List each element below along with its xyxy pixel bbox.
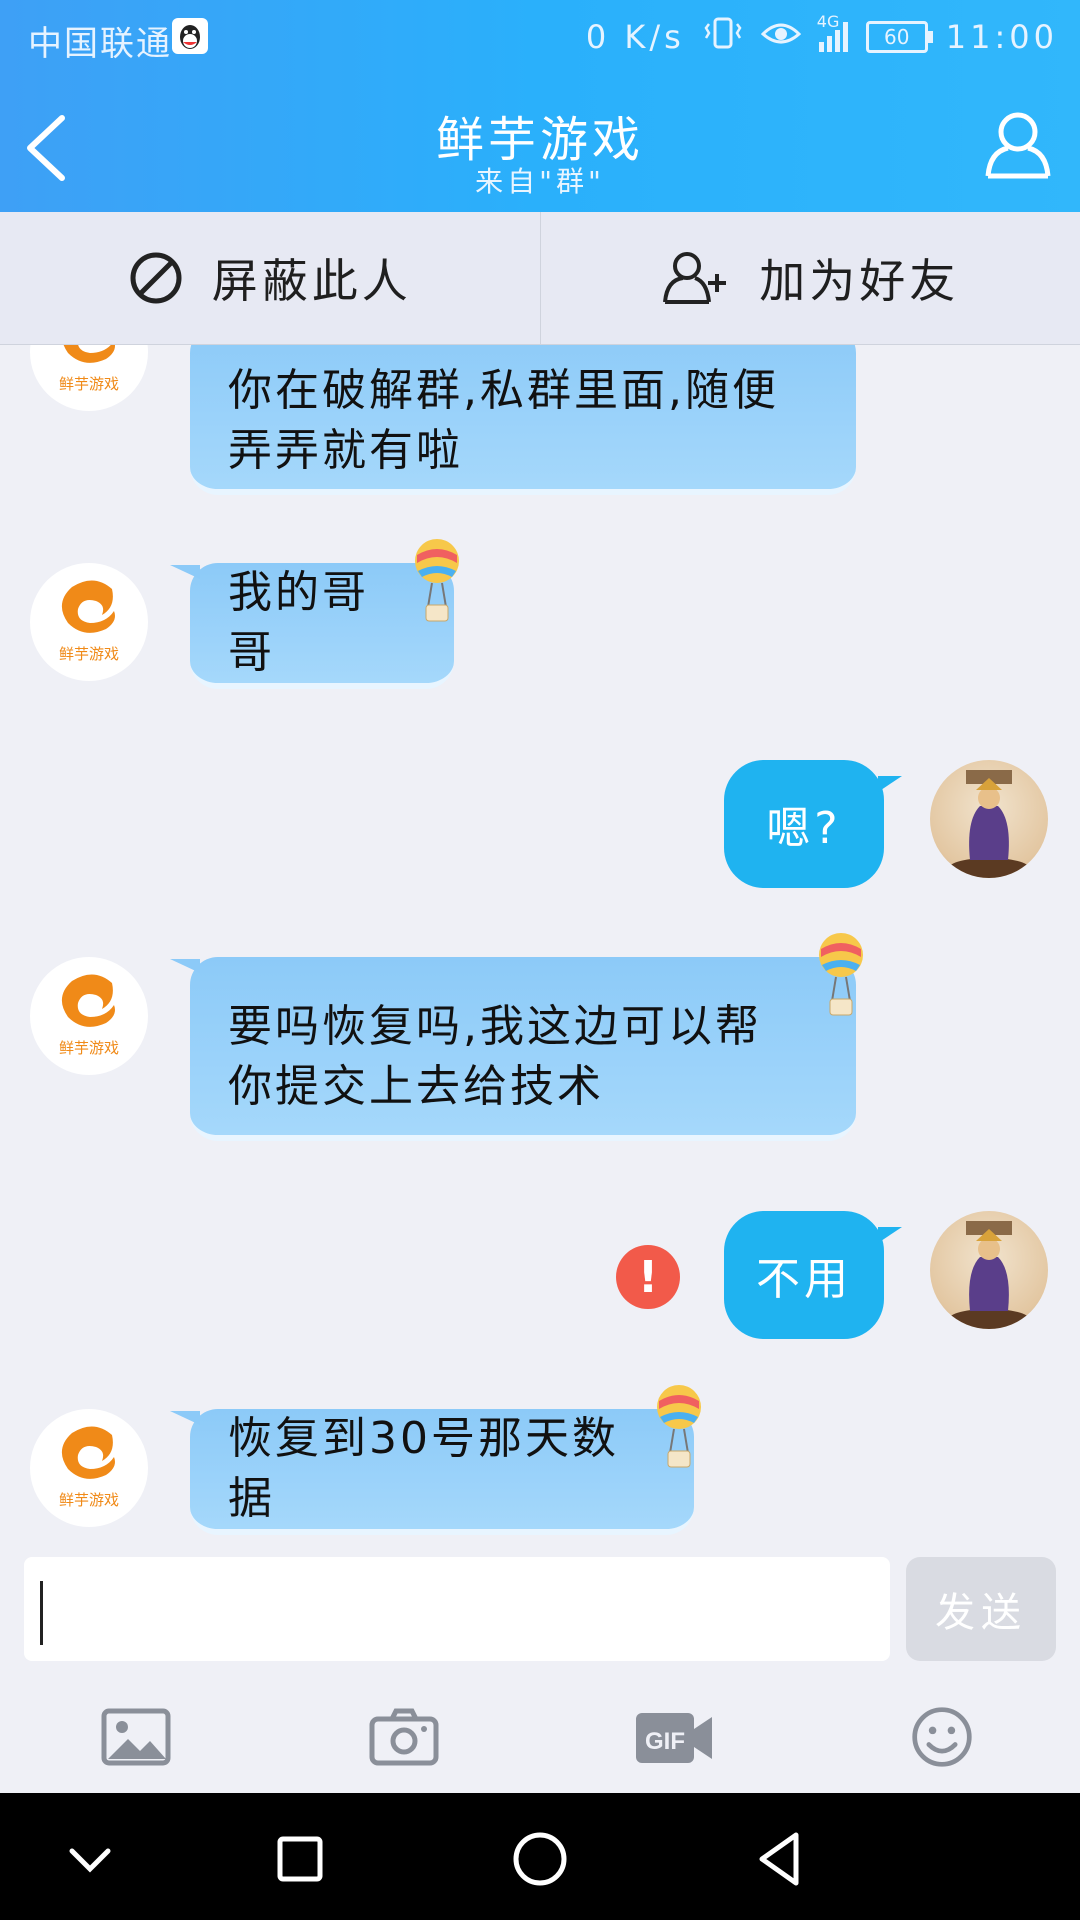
signal-icon: 4G — [817, 12, 848, 52]
chat-subtitle: 来自"群" — [475, 165, 605, 198]
add-friend-label: 加为好友 — [759, 254, 960, 308]
message-list[interactable]: 鲜芋游戏 你在破解群,私群里面,随便 弄弄就有啦 鲜芋游戏 我的哥哥 嗯? 鲜芋… — [0, 345, 1080, 1535]
message-bubble-incoming[interactable]: 要吗恢复吗,我这边可以帮 你提交上去给技术 — [170, 957, 856, 1141]
chat-header: 中国联通 0 K/s 4G 60 11:00 鲜芋游戏 来自"群" — [0, 0, 1080, 212]
message-bubble-incoming[interactable]: 你在破解群,私群里面,随便 弄弄就有啦 — [190, 345, 856, 495]
stranger-action-bar: 屏蔽此人 加为好友 — [0, 212, 1080, 345]
recents-icon[interactable] — [270, 1829, 330, 1889]
warrior-avatar-icon — [949, 1221, 1029, 1329]
net-speed: 0 K/s — [585, 18, 685, 56]
camera-icon[interactable] — [368, 1705, 440, 1769]
add-friend-button[interactable]: 加为好友 — [541, 212, 1080, 344]
warrior-avatar-icon — [949, 770, 1029, 878]
balloon-icon — [657, 1385, 701, 1468]
gif-icon[interactable]: GIF — [632, 1705, 716, 1769]
status-bar: 中国联通 0 K/s 4G 60 11:00 — [0, 0, 1080, 80]
image-icon[interactable] — [100, 1705, 172, 1769]
contact-avatar[interactable]: 鲜芋游戏 — [30, 1409, 148, 1527]
clock: 11:00 — [945, 18, 1058, 56]
message-bubble-outgoing[interactable]: 嗯? — [724, 760, 902, 888]
contact-avatar[interactable]: 鲜芋游戏 — [30, 345, 148, 411]
profile-icon[interactable] — [984, 110, 1052, 180]
qq-notification-icon — [172, 18, 208, 54]
my-avatar[interactable] — [930, 1211, 1048, 1329]
attachment-toolbar: GIF — [0, 1665, 1080, 1793]
carrier-label: 中国联通 — [28, 24, 172, 64]
hide-nav-icon[interactable] — [60, 1829, 120, 1889]
message-bubble-incoming[interactable]: 恢复到30号那天数据 — [170, 1409, 694, 1535]
svg-text:GIF: GIF — [645, 1728, 685, 1755]
xianyu-logo-icon — [61, 580, 115, 633]
battery-icon: 60 — [865, 21, 933, 53]
composer: 发送 — [0, 1535, 1080, 1665]
balloon-icon — [415, 539, 459, 622]
system-nav-bar — [0, 1793, 1080, 1920]
eye-comfort-icon — [760, 18, 801, 56]
xianyu-logo-icon — [61, 1426, 115, 1479]
text-cursor — [40, 1581, 43, 1645]
my-avatar[interactable] — [930, 760, 1048, 878]
block-button[interactable]: 屏蔽此人 — [0, 212, 540, 344]
send-failed-icon[interactable]: ! — [616, 1245, 680, 1309]
emoji-icon[interactable] — [908, 1705, 976, 1769]
xianyu-logo-icon — [61, 974, 115, 1027]
add-friend-icon — [663, 252, 727, 304]
back-nav-icon[interactable] — [752, 1829, 812, 1889]
send-button[interactable]: 发送 — [906, 1557, 1056, 1661]
contact-avatar[interactable]: 鲜芋游戏 — [30, 957, 148, 1075]
xianyu-logo-icon — [63, 345, 115, 363]
block-icon — [130, 252, 182, 304]
home-icon[interactable] — [510, 1829, 570, 1889]
message-bubble-outgoing[interactable]: 不用 — [724, 1211, 902, 1339]
vibrate-icon — [703, 16, 743, 58]
block-label: 屏蔽此人 — [211, 254, 412, 308]
balloon-icon — [819, 933, 863, 1016]
contact-avatar[interactable]: 鲜芋游戏 — [30, 563, 148, 681]
message-input[interactable] — [24, 1557, 890, 1661]
